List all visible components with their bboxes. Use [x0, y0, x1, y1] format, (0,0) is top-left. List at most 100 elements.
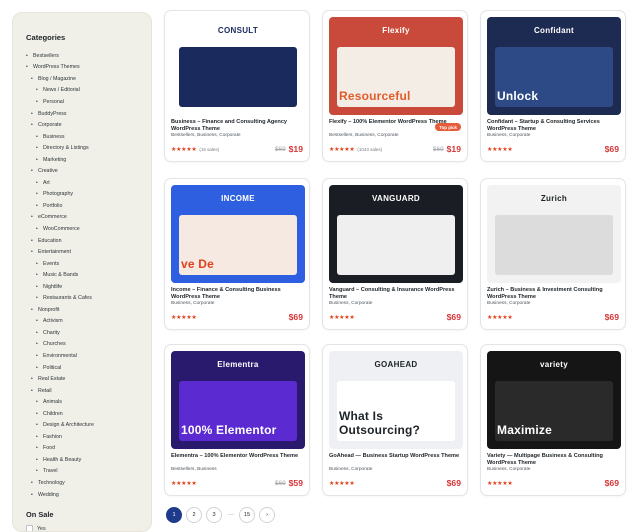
product-thumbnail[interactable]: Confidant Unlock [487, 17, 621, 115]
on-sale-checkbox[interactable] [26, 525, 33, 531]
product-meta: ★★★★★ $69 [329, 312, 461, 322]
on-sale-option[interactable]: Yes [26, 525, 141, 531]
product-title[interactable]: Income – Finance & Consulting Business W… [171, 287, 303, 300]
product-thumbnail[interactable]: INCOME ve De [171, 185, 305, 283]
product-card[interactable]: VANGUARD Vanguard – Consulting & Insuran… [322, 178, 468, 330]
product-categories[interactable]: Bestsellers, Business [171, 467, 303, 473]
category-item[interactable]: • Bestsellers [26, 50, 141, 62]
product-title[interactable]: Variety — Multipage Business & Consultin… [487, 453, 619, 466]
category-item[interactable]: • Health & Beauty [26, 454, 141, 466]
next-page-icon[interactable]: › [259, 507, 275, 523]
product-title[interactable]: Vanguard – Consulting & Insurance WordPr… [329, 287, 461, 300]
category-item[interactable]: • Technology [26, 477, 141, 489]
rating-stars: ★★★★★ [329, 146, 355, 153]
category-item[interactable]: • Art [26, 177, 141, 189]
rating-stars: ★★★★★ [171, 480, 197, 487]
product-card[interactable]: CONSULT Business – Finance and Consultin… [164, 10, 310, 162]
category-item[interactable]: • Real Estate [26, 373, 141, 385]
product-thumbnail[interactable]: GOAHEAD What Is Outsourcing? [329, 351, 463, 449]
product-meta: ★★★★★ $69 [487, 312, 619, 322]
bullet-icon: • [36, 260, 38, 267]
bullet-icon: • [36, 468, 38, 475]
product-title[interactable]: Business – Finance and Consulting Agency… [171, 119, 303, 132]
last-page-button[interactable]: 15 [239, 507, 255, 523]
sidebar-filters: Categories • Bestsellers • WordPress Themes… [12, 12, 152, 532]
category-item[interactable]: • Food [26, 443, 141, 455]
category-item[interactable]: • eCommerce [26, 212, 141, 224]
category-item[interactable]: • Music & Bands [26, 269, 141, 281]
category-item[interactable]: • WordPress Themes [26, 62, 141, 74]
bullet-icon: • [36, 422, 38, 429]
bullet-icon: • [26, 64, 28, 71]
category-label: Real Estate [38, 376, 66, 383]
product-title[interactable]: Elementra – 100% Elementor WordPress The… [171, 453, 303, 466]
product-card[interactable]: Zurich Zurich – Business & Investment Co… [480, 178, 626, 330]
category-item[interactable]: • BuddyPress [26, 108, 141, 120]
category-item[interactable]: • Animals [26, 396, 141, 408]
product-categories[interactable]: Bestsellers, Business, Corporate [329, 133, 461, 139]
category-item[interactable]: • Travel [26, 466, 141, 478]
product-card[interactable]: Flexify Resourceful Flexify – 100% Eleme… [322, 10, 468, 162]
category-list: • Bestsellers • WordPress Themes • Blog / Mag… [26, 50, 141, 500]
product-title[interactable]: GoAhead — Business Startup WordPress The… [329, 453, 461, 466]
rating-stars: ★★★★★ [171, 314, 197, 321]
rating-stars: ★★★★★ [487, 314, 513, 321]
category-item[interactable]: • Events [26, 258, 141, 270]
product-card[interactable]: Elementra 100% Elementor Elementra – 100… [164, 344, 310, 496]
category-item[interactable]: • Photography [26, 189, 141, 201]
product-card[interactable]: INCOME ve De Income – Finance & Consulti… [164, 178, 310, 330]
category-item[interactable]: • Retail [26, 385, 141, 397]
product-categories[interactable]: Business, Corporate [171, 301, 303, 307]
product-meta: ★★★★★ $69 [329, 478, 461, 488]
category-item[interactable]: • Corporate [26, 119, 141, 131]
category-item[interactable]: • Marketing [26, 154, 141, 166]
product-meta: ★★★★★ $69 $59 [171, 478, 303, 488]
category-item[interactable]: • Portfolio [26, 200, 141, 212]
old-price: $69 [432, 145, 444, 153]
product-title[interactable]: Confidant – Startup & Consulting Service… [487, 119, 619, 132]
category-item[interactable]: • Restaurants & Cafes [26, 292, 141, 304]
category-item[interactable]: • Business [26, 131, 141, 143]
product-card[interactable]: GOAHEAD What Is Outsourcing? GoAhead — B… [322, 344, 468, 496]
page-2-button[interactable]: 2 [186, 507, 202, 523]
pagination: 1 2 3 ··· 15 › [166, 507, 279, 523]
product-card[interactable]: Confidant Unlock Confidant – Startup & C… [480, 10, 626, 162]
category-item[interactable]: • Creative [26, 165, 141, 177]
product-thumbnail[interactable]: variety Maximize [487, 351, 621, 449]
product-categories[interactable]: Business, Corporate [329, 301, 461, 307]
category-item[interactable]: • Entertainment [26, 246, 141, 258]
page-1-button[interactable]: 1 [166, 507, 182, 523]
category-item[interactable]: • Churches [26, 339, 141, 351]
category-item[interactable]: • Blog / Magazine [26, 73, 141, 85]
category-item[interactable]: • Personal [26, 96, 141, 108]
product-title[interactable]: Zurich – Business & Investment Consultin… [487, 287, 619, 300]
bullet-icon: • [31, 122, 33, 129]
category-item[interactable]: • Fashion [26, 431, 141, 443]
product-thumbnail[interactable]: CONSULT [171, 17, 305, 115]
product-categories[interactable]: Bestsellers, Business, Corporate [171, 133, 303, 139]
page-3-button[interactable]: 3 [206, 507, 222, 523]
category-item[interactable]: • Nightlife [26, 281, 141, 293]
product-categories[interactable]: Business, Corporate [487, 133, 619, 139]
product-thumbnail[interactable]: Elementra 100% Elementor [171, 351, 305, 449]
category-item[interactable]: • Activism [26, 316, 141, 328]
product-thumbnail[interactable]: Flexify Resourceful [329, 17, 463, 115]
product-categories[interactable]: Business, Corporate [487, 301, 619, 307]
product-categories[interactable]: Business, Corporate [487, 467, 619, 473]
category-item[interactable]: • Environmental [26, 350, 141, 362]
category-item[interactable]: • News / Editorial [26, 85, 141, 97]
product-thumbnail[interactable]: Zurich [487, 185, 621, 283]
category-item[interactable]: • Political [26, 362, 141, 374]
category-item[interactable]: • Wedding [26, 489, 141, 501]
category-item[interactable]: • Nonprofit [26, 304, 141, 316]
category-item[interactable]: • Children [26, 408, 141, 420]
category-item[interactable]: • WooCommerce [26, 223, 141, 235]
category-item[interactable]: • Directory & Listings [26, 142, 141, 154]
product-card[interactable]: variety Maximize Variety — Multipage Bus… [480, 344, 626, 496]
category-item[interactable]: • Charity [26, 327, 141, 339]
category-item[interactable]: • Education [26, 235, 141, 247]
product-thumbnail[interactable]: VANGUARD [329, 185, 463, 283]
product-categories[interactable]: Business, Corporate [329, 467, 461, 473]
bullet-icon: • [36, 410, 38, 417]
category-item[interactable]: • Design & Architecture [26, 420, 141, 432]
